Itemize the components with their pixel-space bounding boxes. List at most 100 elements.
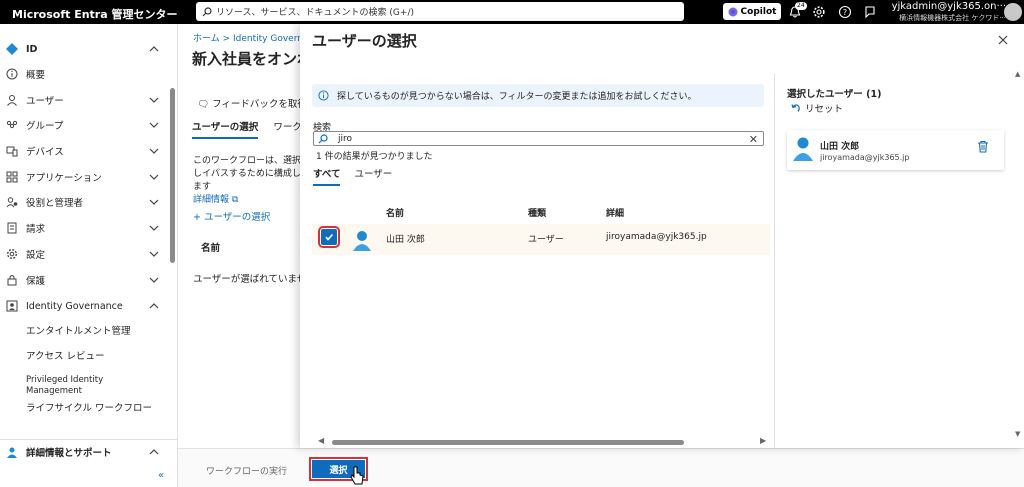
feedback-link[interactable]: 🗨 フィードバックを取得	[197, 96, 307, 110]
sidebar-item-groups[interactable]: グループ	[0, 113, 168, 137]
search-input[interactable]: jiro ✕	[313, 131, 764, 146]
empty-state-text: ユーザーが選ばれていません	[193, 274, 316, 285]
sidebar-item-applications[interactable]: アプリケーション	[0, 165, 168, 189]
row-checkbox[interactable]	[318, 226, 340, 248]
avatar[interactable]	[1004, 3, 1022, 21]
scroll-down-icon[interactable]: ▼	[1015, 430, 1020, 438]
clear-search-icon[interactable]: ✕	[749, 133, 758, 146]
sidebar-item-label: デバイス	[26, 147, 64, 158]
sidebar-item-roles[interactable]: 役割と管理者	[0, 190, 168, 214]
scroll-right-icon[interactable]: ▶	[760, 436, 766, 445]
footer-bar	[178, 448, 1024, 487]
sidebar-item-settings[interactable]: 設定	[0, 242, 168, 266]
dialog-scrollbar[interactable]: ▲ ▼	[1014, 60, 1024, 450]
tab-users[interactable]: ユーザー	[354, 166, 392, 184]
reset-button[interactable]: リセット	[791, 101, 843, 115]
sidebar-item-label: 保護	[26, 276, 46, 287]
checkmark-icon	[325, 233, 334, 241]
copilot-button[interactable]: Copilot	[723, 3, 781, 20]
result-count: 1 件の結果が見つかりました	[316, 152, 433, 162]
dialog-title: ユーザーの選択	[312, 32, 417, 50]
hand-cursor-icon	[350, 466, 364, 485]
copilot-icon	[728, 7, 738, 16]
scroll-up-icon[interactable]: ▲	[1015, 70, 1020, 78]
info-banner-text: 探しているものが見つからない場合は、フィルターの変更または追加をお試しください。	[337, 92, 697, 102]
person-icon	[6, 94, 18, 106]
account-user: yjkadmin@yjk365.on···	[891, 1, 1006, 12]
feedback-icon[interactable]	[863, 5, 877, 19]
dialog-tabs: すべて ユーザー	[313, 166, 406, 186]
trash-icon[interactable]	[977, 140, 989, 153]
run-workflow-button[interactable]: ワークフローの実行	[206, 464, 287, 477]
horizontal-scrollbar[interactable]: ◀ ▶	[312, 436, 770, 448]
workflow-description: このワークフローは、選択しイパスするために構成します 詳細情報 ⧉	[193, 155, 303, 207]
gear-icon[interactable]	[812, 5, 826, 19]
chevron-down-icon	[149, 174, 159, 180]
user-avatar-icon	[793, 137, 813, 161]
sidebar-item-overview[interactable]: 概要	[0, 62, 168, 86]
sidebar-item-label: ID	[26, 43, 38, 55]
reset-label: リセット	[805, 104, 844, 115]
more-info-link[interactable]: 詳細情報	[193, 195, 229, 205]
info-icon	[318, 90, 329, 101]
sidebar-subitem-access-review[interactable]: アクセス レビュー	[26, 351, 105, 363]
sidebar-item-id[interactable]: ID	[0, 37, 168, 61]
account-info[interactable]: yjkadmin@yjk365.on··· 横浜情報機器株式会社 ケクワド···	[882, 1, 1006, 23]
sidebar-item-help-support[interactable]: 詳細情報とサポート	[0, 439, 178, 463]
notification-badge: 24	[795, 2, 807, 10]
horizontal-scroll-thumb[interactable]	[332, 440, 684, 445]
chevron-up-icon	[149, 303, 159, 309]
sidebar-item-label: Identity Governance	[26, 300, 123, 312]
sidebar-item-identity-governance[interactable]: Identity Governance	[0, 294, 168, 318]
info-banner: 探しているものが見つからない場合は、フィルターの変更または追加をお試しください。	[312, 84, 764, 107]
sidebar-scrollbar[interactable]	[168, 24, 178, 434]
sidebar-item-billing[interactable]: 請求	[0, 216, 168, 240]
sidebar-item-protection[interactable]: 保護	[0, 268, 168, 292]
account-org: 横浜情報機器株式会社 ケクワド···	[899, 14, 1006, 22]
sidebar-item-label: 設定	[26, 250, 46, 261]
feedback-icon: 🗨	[197, 99, 213, 110]
chevron-down-icon	[149, 148, 159, 154]
column-header-type[interactable]: 種類	[528, 206, 546, 219]
add-user-button[interactable]: + ユーザーの選択	[193, 209, 270, 223]
chevron-down-icon	[149, 251, 159, 257]
selected-user-email: jiroyamada@yjk365.jp	[820, 153, 910, 162]
row-detail: jiroyamada@yjk365.jp	[606, 232, 707, 242]
sidebar-item-devices[interactable]: デバイス	[0, 139, 168, 163]
chevron-down-icon	[149, 277, 159, 283]
chevron-down-icon	[149, 225, 159, 231]
sidebar-subitem-pim[interactable]: Privileged Identity Management	[26, 375, 146, 397]
diamond-icon	[6, 43, 18, 55]
feedback-label: フィードバックを取得	[212, 99, 307, 110]
governance-icon	[6, 300, 18, 312]
select-button-label: 選択	[329, 465, 348, 476]
svg-text:?: ?	[843, 8, 847, 17]
global-search-placeholder: リソース、サービス、ドキュメントの検索 (G+/)	[216, 8, 414, 18]
help-icon[interactable]: ?	[838, 5, 852, 19]
copilot-label: Copilot	[740, 6, 777, 17]
user-avatar-icon	[353, 231, 371, 251]
collapse-sidebar-button[interactable]: «	[158, 470, 164, 481]
gear-icon	[6, 248, 18, 260]
apps-icon	[6, 171, 18, 183]
chevron-up-icon	[149, 448, 159, 454]
tab-select-users[interactable]: ユーザーの選択	[192, 122, 259, 139]
close-icon[interactable]	[997, 34, 1009, 46]
breadcrumb[interactable]: ホーム > Identity Governa	[193, 31, 308, 44]
sidebar-item-users[interactable]: ユーザー	[0, 88, 168, 112]
selected-users-title: 選択したユーザー (1)	[787, 89, 882, 100]
scroll-left-icon[interactable]: ◀	[318, 436, 324, 445]
undo-icon	[791, 104, 800, 112]
tab-all[interactable]: すべて	[313, 166, 341, 186]
global-search[interactable]: リソース、サービス、ドキュメントの検索 (G+/)	[196, 2, 684, 21]
column-header-detail[interactable]: 詳細	[606, 206, 624, 219]
selected-user-name: 山田 次郎	[820, 142, 860, 152]
brand-title[interactable]: Microsoft Entra 管理センター	[12, 6, 177, 22]
sidebar-subitem-entitlement[interactable]: エンタイトルメント管理	[26, 326, 131, 338]
page-title: 新入社員をオンボ	[192, 50, 313, 68]
sidebar-subitem-lifecycle[interactable]: ライフサイクル ワークフロー	[26, 403, 152, 415]
sidebar-scroll-thumb[interactable]	[170, 88, 175, 263]
person-support-icon	[6, 446, 18, 458]
column-header-name[interactable]: 名前	[386, 206, 404, 219]
tab-workflow[interactable]: ワーク	[273, 122, 302, 133]
